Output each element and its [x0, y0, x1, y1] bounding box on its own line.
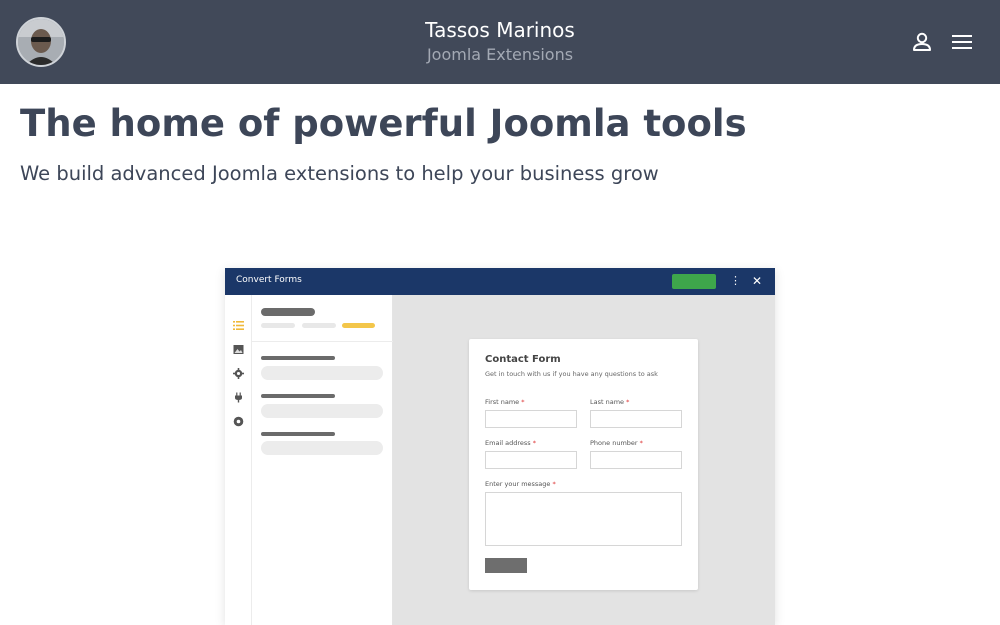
plug-icon — [235, 392, 242, 403]
first-name-label-text: First name — [485, 398, 520, 406]
last-name-field — [590, 410, 682, 428]
phone-label-text: Phone number — [590, 439, 638, 447]
required-mark: * — [552, 480, 556, 488]
list-icon — [233, 321, 244, 330]
required-mark: * — [626, 398, 630, 406]
user-icon[interactable] — [910, 30, 934, 54]
first-name-field — [485, 410, 577, 428]
first-name-label: First name * — [485, 398, 525, 406]
panel-label-line — [261, 394, 335, 398]
email-label-text: Email address — [485, 439, 531, 447]
panel-heading-line — [261, 308, 315, 316]
mockup-icon-rail — [225, 295, 252, 625]
form-description: Get in touch with us if you have any que… — [485, 370, 658, 378]
hero-subtitle: We build advanced Joomla extensions to h… — [20, 162, 659, 185]
mockup-save-button — [672, 274, 716, 289]
phone-field — [590, 451, 682, 469]
mockup-app-title: Convert Forms — [236, 275, 302, 285]
phone-label: Phone number * — [590, 439, 643, 447]
email-label: Email address * — [485, 439, 536, 447]
mockup-titlebar: Convert Forms ⋮ ✕ — [225, 268, 775, 295]
panel-tab-line — [302, 323, 336, 328]
required-mark: * — [639, 439, 643, 447]
panel-field-line — [261, 366, 383, 380]
form-title: Contact Form — [485, 354, 561, 365]
email-field — [485, 451, 577, 469]
required-mark: * — [532, 439, 536, 447]
form-submit-button — [485, 558, 527, 573]
mockup-settings-panel — [252, 295, 393, 625]
site-name: Tassos Marinos — [425, 18, 575, 42]
message-field — [485, 492, 682, 546]
panel-field-line — [261, 441, 383, 455]
panel-divider — [252, 341, 393, 342]
mockup-close-icon: ✕ — [752, 274, 763, 288]
panel-label-line — [261, 356, 335, 360]
circle-settings-icon — [233, 416, 244, 427]
panel-tab-line — [261, 323, 295, 328]
contact-form-preview: Contact Form Get in touch with us if you… — [469, 339, 698, 590]
image-icon — [233, 345, 244, 354]
panel-field-line — [261, 404, 383, 418]
mockup-more-icon: ⋮ — [730, 274, 741, 287]
gear-icon — [233, 368, 244, 379]
last-name-label: Last name * — [590, 398, 629, 406]
site-brand[interactable]: Tassos Marinos Joomla Extensions — [0, 18, 1000, 66]
site-header: Tassos Marinos Joomla Extensions — [0, 0, 1000, 84]
panel-active-tab-line — [342, 323, 375, 328]
hero-title: The home of powerful Joomla tools — [20, 102, 747, 145]
product-screenshot: Convert Forms ⋮ ✕ Contact Form Get in to… — [225, 268, 775, 625]
site-tagline: Joomla Extensions — [426, 45, 574, 64]
message-label: Enter your message * — [485, 480, 556, 488]
panel-label-line — [261, 432, 335, 436]
hamburger-menu-icon[interactable] — [950, 30, 974, 54]
last-name-label-text: Last name — [590, 398, 625, 406]
message-label-text: Enter your message — [485, 480, 551, 488]
required-mark: * — [521, 398, 525, 406]
